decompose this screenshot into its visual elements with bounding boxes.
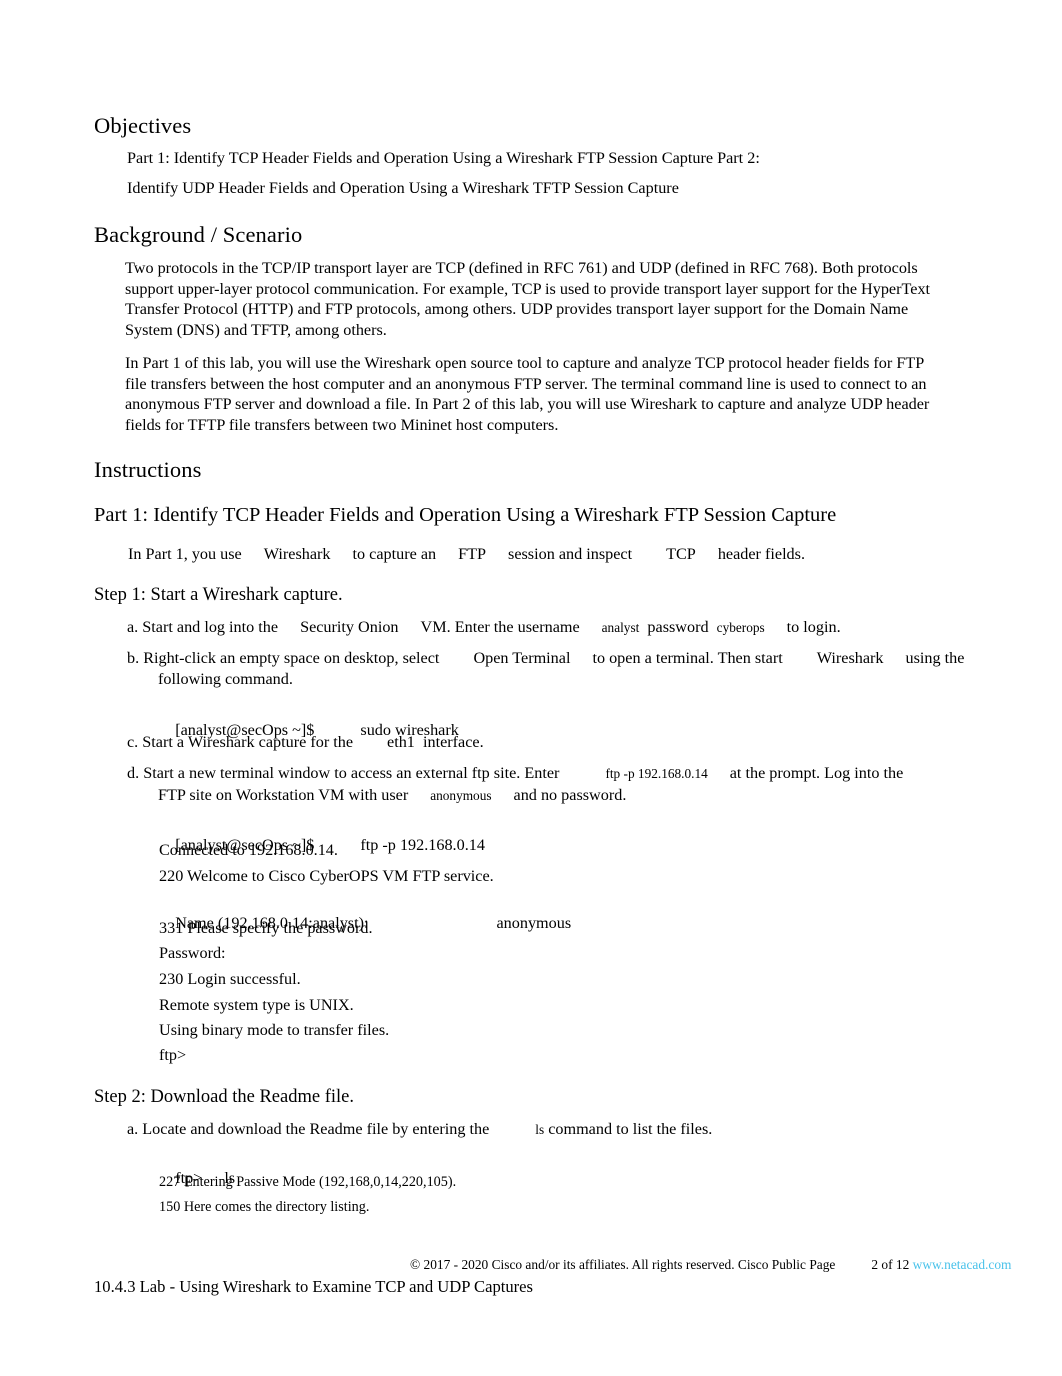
- step-1-item-b-marker: b.: [127, 649, 140, 667]
- part-1-intro-t4: FTP: [458, 545, 487, 563]
- step-1-item-c: c. Start a Wireshark capture for the eth1…: [127, 732, 484, 753]
- step-1-item-a-t3: VM. Enter the username: [420, 618, 580, 636]
- step-1-item-b-t1: Right-click an empty space on desktop, s…: [143, 649, 440, 667]
- step-1-item-d-t6: and no password.: [513, 786, 627, 804]
- step-1-item-d: d. Start a new terminal window to access…: [127, 763, 903, 785]
- step-2-item-a-t1: Locate and download the Readme file by e…: [142, 1120, 490, 1138]
- part-1-intro-t2: Wireshark: [263, 545, 331, 563]
- footer-page-number: 2 of 12: [871, 1257, 910, 1272]
- step-1-item-a-marker: a.: [127, 618, 139, 636]
- footer-netacad-link[interactable]: www.netacad.com: [913, 1257, 1012, 1272]
- footer-copyright: © 2017 - 2020 Cisco and/or its affiliate…: [410, 1257, 836, 1272]
- step-1-item-b-t3: to open a terminal. Then start: [592, 649, 783, 667]
- step-1-item-a-t7: to login.: [786, 618, 841, 636]
- part-1-heading: Part 1: Identify TCP Header Fields and O…: [94, 504, 837, 526]
- step-1-item-b-t4: Wireshark: [816, 649, 884, 667]
- objectives-line-1: Part 1: Identify TCP Header Fields and O…: [127, 149, 760, 167]
- step-1-item-a-t2: Security Onion: [300, 618, 399, 636]
- step-1-item-b-line2: following command.: [158, 670, 293, 688]
- step-2-item-a-command: ls: [535, 1122, 545, 1137]
- terminal-output-line: Password:: [159, 944, 226, 962]
- step-1-item-d-t1: Start a new terminal window to access an…: [143, 764, 560, 782]
- part-1-intro-t3: to capture an: [352, 545, 437, 563]
- step-1-item-c-t3: interface.: [423, 733, 484, 751]
- instructions-heading: Instructions: [94, 457, 202, 482]
- step-1-item-d-marker: d.: [127, 764, 140, 782]
- footer-document-title: 10.4.3 Lab - Using Wireshark to Examine …: [94, 1277, 534, 1296]
- objectives-heading: Objectives: [94, 113, 192, 138]
- step-1-item-d-t3: at the prompt. Log into the: [729, 764, 904, 782]
- terminal-command: ftp -p 192.168.0.14: [360, 835, 485, 854]
- part-1-intro-t7: header fields.: [717, 545, 806, 563]
- step-2-output-line: 227 Entering Passive Mode (192,168,0,14,…: [159, 1174, 457, 1190]
- objectives-line-2: Identify UDP Header Fields and Operation…: [127, 179, 679, 197]
- step-1-item-a-t1: Start and log into the: [142, 618, 279, 636]
- step-2-item-a-marker: a.: [127, 1120, 139, 1138]
- part-1-intro-t5: session and inspect: [508, 545, 633, 563]
- terminal-output-line: ftp>: [159, 1046, 187, 1064]
- step-2-heading: Step 2: Download the Readme file.: [94, 1087, 354, 1107]
- terminal-output-line: Using binary mode to transfer files.: [159, 1021, 390, 1039]
- document-page: Objectives Part 1: Identify TCP Header F…: [0, 0, 1062, 1376]
- part-1-intro-t1: In Part 1, you use: [128, 545, 242, 563]
- step-2-item-a-t3: command to list the files.: [548, 1120, 713, 1138]
- terminal-output-line: 230 Login successful.: [159, 970, 301, 988]
- name-prompt-value: anonymous: [496, 913, 572, 932]
- step-1-item-a-t5: password: [647, 618, 709, 636]
- step-1-item-d-command: ftp -p 192.168.0.14: [605, 766, 708, 781]
- step-1-item-c-marker: c.: [127, 733, 139, 751]
- part-1-intro-t6: TCP: [666, 545, 696, 563]
- step-1-item-d-user: anonymous: [430, 788, 492, 803]
- terminal-output-line: 220 Welcome to Cisco CyberOPS VM FTP ser…: [159, 867, 494, 885]
- step-2-item-a: a. Locate and download the Readme file b…: [127, 1119, 712, 1141]
- step-1-item-d-line2: FTP site on Workstation VM with user anon…: [158, 785, 626, 807]
- step-1-item-a-username: analyst: [601, 620, 640, 635]
- step-1-item-b-t2: Open Terminal: [473, 649, 571, 667]
- background-scenario-heading: Background / Scenario: [94, 222, 303, 247]
- background-paragraph-1: Two protocols in the TCP/IP transport la…: [125, 259, 931, 339]
- step-1-item-c-interface: eth1: [387, 733, 415, 751]
- step-1-item-d-t4: FTP site on Workstation VM with user: [158, 786, 409, 804]
- step-1-item-b: b. Right-click an empty space on desktop…: [127, 648, 964, 669]
- step-1-item-c-t1: Start a Wireshark capture for the: [142, 733, 354, 751]
- terminal-output-line: 331 Please specify the password.: [159, 919, 373, 937]
- part-1-intro-line: In Part 1, you use Wireshark to capture an…: [128, 544, 805, 565]
- background-paragraph-2: In Part 1 of this lab, you will use the …: [125, 354, 930, 434]
- step-1-heading: Step 1: Start a Wireshark capture.: [94, 585, 343, 605]
- step-1-item-a: a. Start and log into the Security Onion V…: [127, 617, 841, 639]
- terminal-output-line: Remote system type is UNIX.: [159, 996, 354, 1014]
- step-2-output-line: 150 Here comes the directory listing.: [159, 1199, 370, 1215]
- step-1-item-b-t5: using the: [905, 649, 965, 667]
- terminal-output-line: Connected to 192.168.0.14.: [159, 841, 338, 859]
- step-1-item-a-password: cyberops: [716, 620, 765, 635]
- footer-copyright-row: © 2017 - 2020 Cisco and/or its affiliate…: [410, 1257, 1011, 1273]
